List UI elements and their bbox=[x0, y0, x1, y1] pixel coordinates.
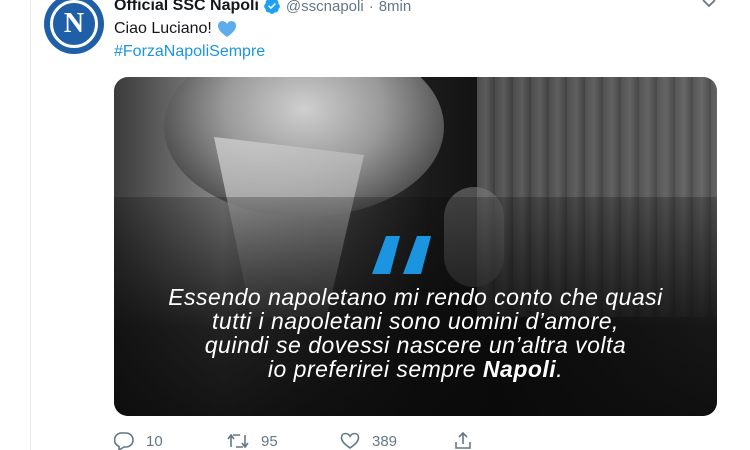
timestamp[interactable]: 8min bbox=[379, 0, 412, 15]
retweet-button[interactable]: 95 bbox=[227, 433, 340, 450]
avatar[interactable]: N bbox=[44, 0, 104, 54]
like-count: 389 bbox=[372, 432, 398, 450]
share-icon bbox=[455, 432, 471, 449]
retweet-count: 95 bbox=[261, 432, 278, 450]
handle[interactable]: @sscnapoli bbox=[286, 0, 364, 15]
chevron-down-icon[interactable] bbox=[701, 0, 717, 14]
tweet-text-line: Ciao Luciano! bbox=[114, 20, 212, 37]
hashtag-link[interactable]: #ForzaNapoliSempre bbox=[114, 43, 265, 61]
quote-text: Essendo napoletano mi rendo conto che qu… bbox=[114, 285, 717, 381]
avatar-logo: N bbox=[50, 0, 98, 48]
quote-line-prefix: io preferirei sempre bbox=[267, 356, 483, 382]
reply-button[interactable]: 10 bbox=[114, 432, 227, 450]
quote-line: io preferirei sempre Napoli. bbox=[114, 357, 717, 381]
avatar-letter: N bbox=[63, 8, 85, 39]
retweet-icon bbox=[227, 433, 249, 449]
verified-badge-icon bbox=[263, 0, 281, 15]
quote-line-suffix: . bbox=[556, 356, 564, 382]
separator: · bbox=[368, 0, 374, 15]
blue-heart-icon bbox=[217, 20, 237, 38]
display-name[interactable]: Official SSC Napoli bbox=[114, 0, 259, 15]
reply-icon bbox=[114, 432, 134, 450]
tweet-actions: 10 95 389 bbox=[114, 432, 473, 450]
like-button[interactable]: 389 bbox=[340, 432, 453, 450]
tweet-image[interactable]: Essendo napoletano mi rendo conto che qu… bbox=[114, 77, 717, 416]
tweet-header: Official SSC Napoli @sscnapoli · 8min bbox=[114, 0, 411, 16]
quote-mark-icon bbox=[372, 236, 434, 279]
quote-line: Essendo napoletano mi rendo conto che qu… bbox=[168, 284, 663, 310]
quote-bold-word: Napoli bbox=[482, 356, 557, 382]
reply-count: 10 bbox=[146, 432, 163, 450]
quote-line: tutti i napoletani sono uomini d’amore, bbox=[212, 308, 619, 334]
share-button[interactable] bbox=[453, 432, 473, 450]
quote-line: quindi se dovessi nascere un’altra volta bbox=[204, 332, 627, 358]
tweet[interactable]: N Official SSC Napoli @sscnapoli · 8min … bbox=[30, 0, 750, 450]
like-icon bbox=[340, 432, 360, 449]
tweet-text: Ciao Luciano! bbox=[114, 20, 237, 38]
